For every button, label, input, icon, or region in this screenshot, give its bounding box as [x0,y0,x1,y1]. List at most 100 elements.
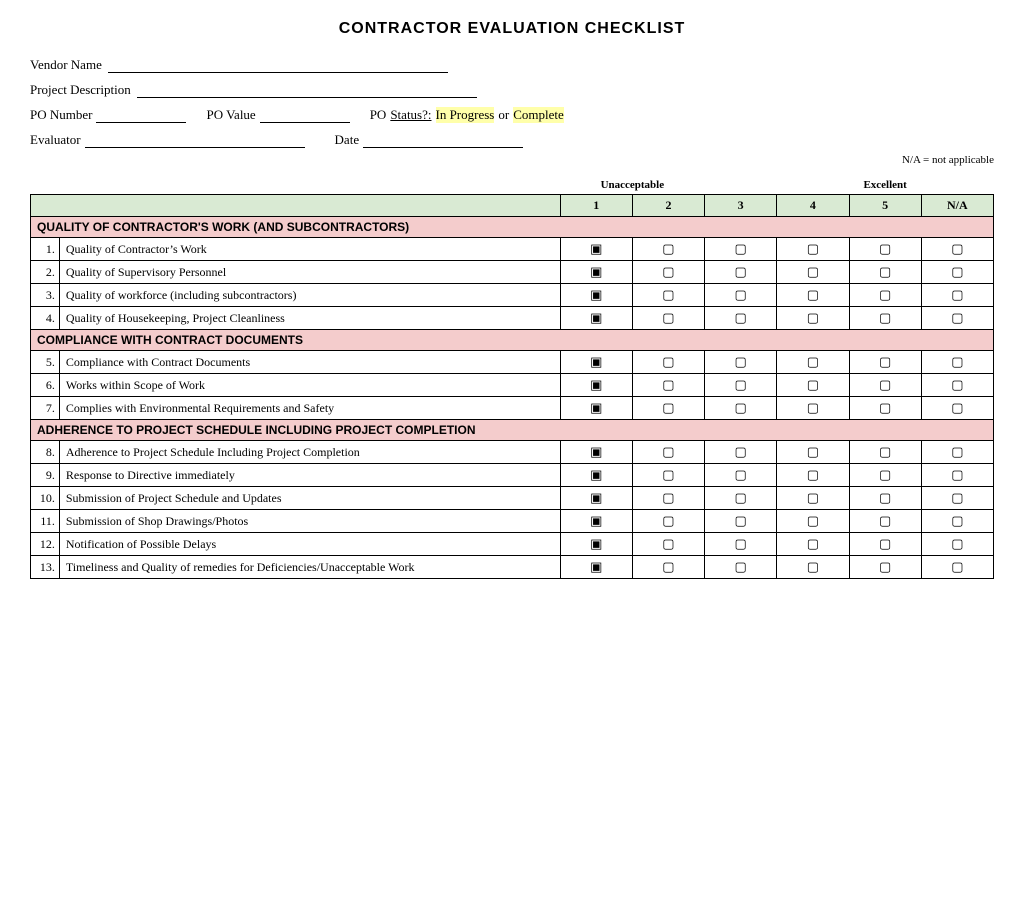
radio-col-2[interactable]: ▢ [632,464,704,487]
radio-col-4[interactable]: ▢ [777,351,849,374]
radio-col-6[interactable]: ▢ [921,441,993,464]
radio-col-6[interactable]: ▢ [921,464,993,487]
radio-col-1[interactable]: ▣ [560,441,632,464]
radio-col-1[interactable]: ▣ [560,284,632,307]
radio-col-6[interactable]: ▢ [921,533,993,556]
radio-col-4[interactable]: ▢ [777,284,849,307]
radio-col-1[interactable]: ▣ [560,533,632,556]
radio-col-6[interactable]: ▢ [921,556,993,579]
radio-col-3[interactable]: ▢ [705,374,777,397]
radio-col-3[interactable]: ▢ [705,441,777,464]
evaluator-label: Evaluator [30,132,81,148]
radio-col-4[interactable]: ▢ [777,374,849,397]
radio-col-3[interactable]: ▢ [705,351,777,374]
radio-col-3[interactable]: ▢ [705,261,777,284]
radio-col-2[interactable]: ▢ [632,487,704,510]
vendor-name-field[interactable] [108,56,448,73]
row-label: Quality of workforce (including subcontr… [59,284,560,307]
evaluation-table: Unacceptable Excellent 1 2 3 4 5 N/A QUA… [30,176,994,579]
radio-col-5[interactable]: ▢ [849,284,921,307]
row-number: 2. [31,261,60,284]
radio-col-1[interactable]: ▣ [560,351,632,374]
radio-col-5[interactable]: ▢ [849,487,921,510]
radio-col-2[interactable]: ▢ [632,238,704,261]
radio-col-2[interactable]: ▢ [632,374,704,397]
radio-col-6[interactable]: ▢ [921,351,993,374]
radio-col-4[interactable]: ▢ [777,397,849,420]
table-row: 8.Adherence to Project Schedule Includin… [31,441,994,464]
row-number: 1. [31,238,60,261]
radio-col-2[interactable]: ▢ [632,441,704,464]
radio-col-6[interactable]: ▢ [921,261,993,284]
radio-col-4[interactable]: ▢ [777,556,849,579]
radio-col-6[interactable]: ▢ [921,284,993,307]
project-desc-field[interactable] [137,81,477,98]
evaluator-field[interactable] [85,131,305,148]
radio-col-1[interactable]: ▣ [560,397,632,420]
radio-col-2[interactable]: ▢ [632,307,704,330]
radio-col-4[interactable]: ▢ [777,261,849,284]
po-status-word: Status?: [390,107,431,123]
radio-col-3[interactable]: ▢ [705,487,777,510]
po-value-field[interactable] [260,106,350,123]
radio-col-3[interactable]: ▢ [705,556,777,579]
radio-col-6[interactable]: ▢ [921,510,993,533]
radio-col-1[interactable]: ▣ [560,464,632,487]
radio-col-1[interactable]: ▣ [560,487,632,510]
radio-col-5[interactable]: ▢ [849,464,921,487]
radio-col-4[interactable]: ▢ [777,441,849,464]
radio-col-3[interactable]: ▢ [705,397,777,420]
table-row: 11.Submission of Shop Drawings/Photos▣▢▢… [31,510,994,533]
radio-col-5[interactable]: ▢ [849,441,921,464]
radio-col-5[interactable]: ▢ [849,238,921,261]
radio-col-4[interactable]: ▢ [777,533,849,556]
date-field[interactable] [363,131,523,148]
radio-col-6[interactable]: ▢ [921,307,993,330]
po-status-label: PO [370,107,387,123]
radio-col-2[interactable]: ▢ [632,556,704,579]
radio-col-1[interactable]: ▣ [560,238,632,261]
radio-col-5[interactable]: ▢ [849,261,921,284]
radio-col-2[interactable]: ▢ [632,397,704,420]
radio-col-5[interactable]: ▢ [849,397,921,420]
radio-col-5[interactable]: ▢ [849,510,921,533]
radio-col-6[interactable]: ▢ [921,238,993,261]
radio-col-4[interactable]: ▢ [777,487,849,510]
radio-col-6[interactable]: ▢ [921,487,993,510]
radio-col-3[interactable]: ▢ [705,510,777,533]
radio-col-2[interactable]: ▢ [632,284,704,307]
radio-col-3[interactable]: ▢ [705,307,777,330]
po-value-label: PO Value [206,107,255,123]
radio-col-1[interactable]: ▣ [560,374,632,397]
radio-col-5[interactable]: ▢ [849,374,921,397]
row-number: 9. [31,464,60,487]
radio-col-4[interactable]: ▢ [777,510,849,533]
radio-col-6[interactable]: ▢ [921,397,993,420]
radio-col-2[interactable]: ▢ [632,510,704,533]
radio-col-5[interactable]: ▢ [849,351,921,374]
radio-col-1[interactable]: ▣ [560,510,632,533]
radio-col-5[interactable]: ▢ [849,533,921,556]
po-number-field[interactable] [96,106,186,123]
row-number: 6. [31,374,60,397]
radio-col-4[interactable]: ▢ [777,464,849,487]
radio-col-3[interactable]: ▢ [705,284,777,307]
radio-col-1[interactable]: ▣ [560,261,632,284]
table-row: 12.Notification of Possible Delays▣▢▢▢▢▢ [31,533,994,556]
radio-col-4[interactable]: ▢ [777,238,849,261]
vendor-name-label: Vendor Name [30,57,102,73]
radio-col-3[interactable]: ▢ [705,533,777,556]
radio-col-2[interactable]: ▢ [632,533,704,556]
radio-col-5[interactable]: ▢ [849,307,921,330]
radio-col-4[interactable]: ▢ [777,307,849,330]
radio-col-3[interactable]: ▢ [705,238,777,261]
radio-col-1[interactable]: ▣ [560,307,632,330]
radio-col-3[interactable]: ▢ [705,464,777,487]
section-header-quality: QUALITY OF CONTRACTOR'S WORK (AND SUBCON… [31,217,994,238]
radio-col-1[interactable]: ▣ [560,556,632,579]
radio-col-6[interactable]: ▢ [921,374,993,397]
row-number: 3. [31,284,60,307]
radio-col-5[interactable]: ▢ [849,556,921,579]
radio-col-2[interactable]: ▢ [632,261,704,284]
radio-col-2[interactable]: ▢ [632,351,704,374]
